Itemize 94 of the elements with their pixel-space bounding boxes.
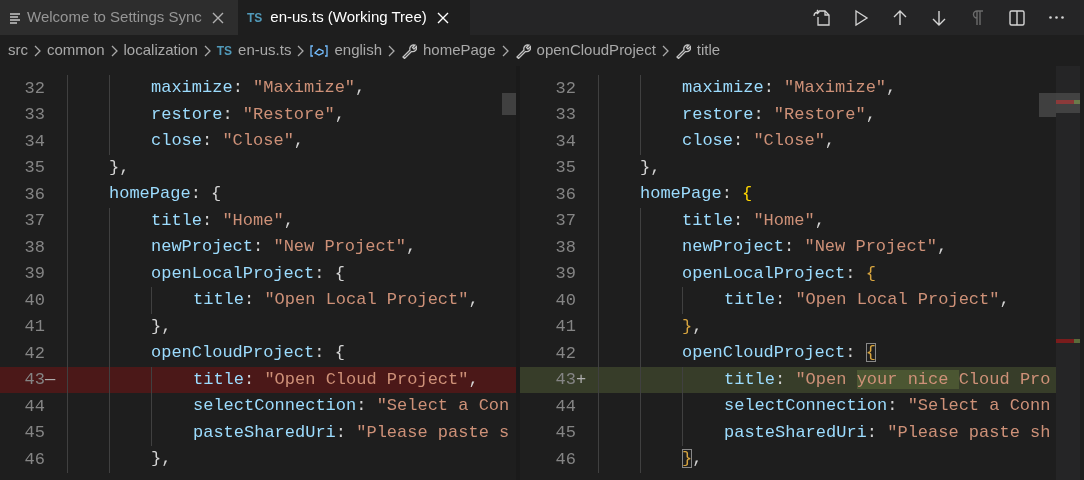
line-number: 39 [554, 263, 576, 285]
code-line: openCloudProject: { [598, 340, 876, 367]
line-number: 41 [23, 316, 45, 338]
breadcrumb-item[interactable]: homePage [423, 39, 496, 62]
line-number: 41 [554, 316, 576, 338]
line-number: 44 [554, 395, 576, 418]
breadcrumb-item[interactable]: english [334, 39, 382, 62]
breadcrumb-item[interactable]: src [8, 39, 28, 62]
chevron-icon [33, 44, 42, 57]
code-line: openLocalProject: { [598, 260, 876, 287]
code-line: restore: "Restore", [598, 101, 876, 128]
breadcrumb-item[interactable]: common [47, 39, 105, 62]
line-number: 44 [23, 395, 45, 418]
line-number: 45 [23, 422, 45, 444]
variable-icon [310, 43, 329, 58]
line-number: 42 [554, 342, 576, 365]
line-number: 43 [23, 369, 45, 391]
file-type-icon: TS [247, 8, 263, 27]
open-file-icon [812, 7, 832, 28]
code-line: openCloudProject: { [67, 340, 345, 367]
breadcrumb-item[interactable]: en-us.ts [238, 39, 292, 62]
line-number: 33 [554, 104, 576, 126]
code-line: title: "Home", [67, 207, 294, 234]
line-number: 35 [23, 157, 45, 179]
code-line: close: "Close", [598, 128, 836, 155]
code-line: selectConnection: "Select a Con [67, 393, 510, 420]
diff-marker: + [576, 369, 588, 391]
line-number: 35 [554, 157, 576, 179]
code-line: }, [67, 313, 172, 340]
close-icon [436, 11, 449, 24]
breadcrumb-item[interactable]: localization [123, 39, 198, 62]
line-number: 33 [23, 104, 45, 126]
diff-marker: — [45, 369, 57, 391]
line-number: 45 [554, 422, 576, 444]
line-number: 32 [23, 77, 45, 100]
code-line: selectConnection: "Select a Conn [598, 393, 1051, 420]
chevron-icon [109, 44, 119, 57]
close-icon [211, 11, 224, 24]
code-line: title: "Open Cloud Project", [67, 366, 479, 393]
code-line: maximize: "Maximize", [67, 75, 366, 102]
breadcrumb-item[interactable]: openCloudProject [536, 39, 656, 62]
file-type-icon: TS [216, 41, 233, 60]
code-line: }, [598, 154, 661, 181]
chevron-icon [387, 44, 396, 57]
code-line: close: "Close", [67, 128, 305, 155]
wrench-icon [674, 42, 691, 59]
tab[interactable]: TS en-us.ts (Working Tree) [238, 0, 470, 35]
line-number: 34 [554, 130, 576, 153]
code-line: homePage: { [598, 181, 753, 208]
code-line: pasteSharedUri: "Please paste s [67, 419, 510, 446]
more-icon [1048, 16, 1064, 19]
line-number: 42 [23, 342, 45, 365]
code-line: newProject: "New Project", [67, 234, 417, 261]
code-line: maximize: "Maximize", [598, 75, 897, 102]
line-number: 40 [23, 289, 45, 312]
code-line: title: "Open Local Project", [598, 287, 1010, 314]
code-line: }, [67, 154, 130, 181]
line-number: 37 [554, 210, 576, 232]
tab[interactable]: Welcome to Settings Sync [0, 0, 238, 35]
code-line: openLocalProject: { [67, 260, 345, 287]
wrench-icon [401, 42, 417, 59]
chevron-icon [202, 44, 212, 57]
line-number: 46 [554, 448, 576, 471]
line-number: 36 [554, 183, 576, 206]
line-number: 38 [554, 236, 576, 259]
line-number: 36 [23, 183, 45, 206]
line-number: 34 [23, 130, 45, 153]
line-number: 38 [23, 236, 45, 259]
close-button[interactable] [211, 11, 224, 24]
code-line: title: "Open Local Project", [67, 287, 479, 314]
split-editor-icon [1007, 7, 1027, 28]
code-line: }, [67, 446, 172, 473]
line-number: 43 [554, 369, 576, 391]
line-number: 39 [23, 263, 45, 285]
wrench-icon [514, 42, 531, 59]
code-line: title: "Home", [598, 207, 825, 234]
chevron-icon [296, 44, 306, 57]
line-number: 40 [554, 289, 576, 312]
code-line: pasteSharedUri: "Please paste sh [598, 419, 1051, 446]
chevron-icon [660, 44, 670, 57]
code-line: }, [598, 313, 703, 340]
line-number: 37 [23, 210, 45, 232]
line-number: 46 [23, 448, 45, 471]
code-line: restore: "Restore", [67, 101, 345, 128]
code-line: }, [598, 446, 703, 473]
code-line: newProject: "New Project", [598, 234, 948, 261]
code-line: title: "Open your nice Cloud Pro [598, 366, 1051, 393]
lines-icon [9, 11, 21, 24]
line-number: 32 [554, 77, 576, 100]
chevron-icon [500, 44, 510, 57]
breadcrumb-item[interactable]: title [696, 39, 721, 62]
code-line: homePage: { [67, 181, 222, 208]
scrollbar-thumb[interactable] [502, 93, 516, 115]
scrollbar-thumb[interactable] [1039, 93, 1056, 117]
